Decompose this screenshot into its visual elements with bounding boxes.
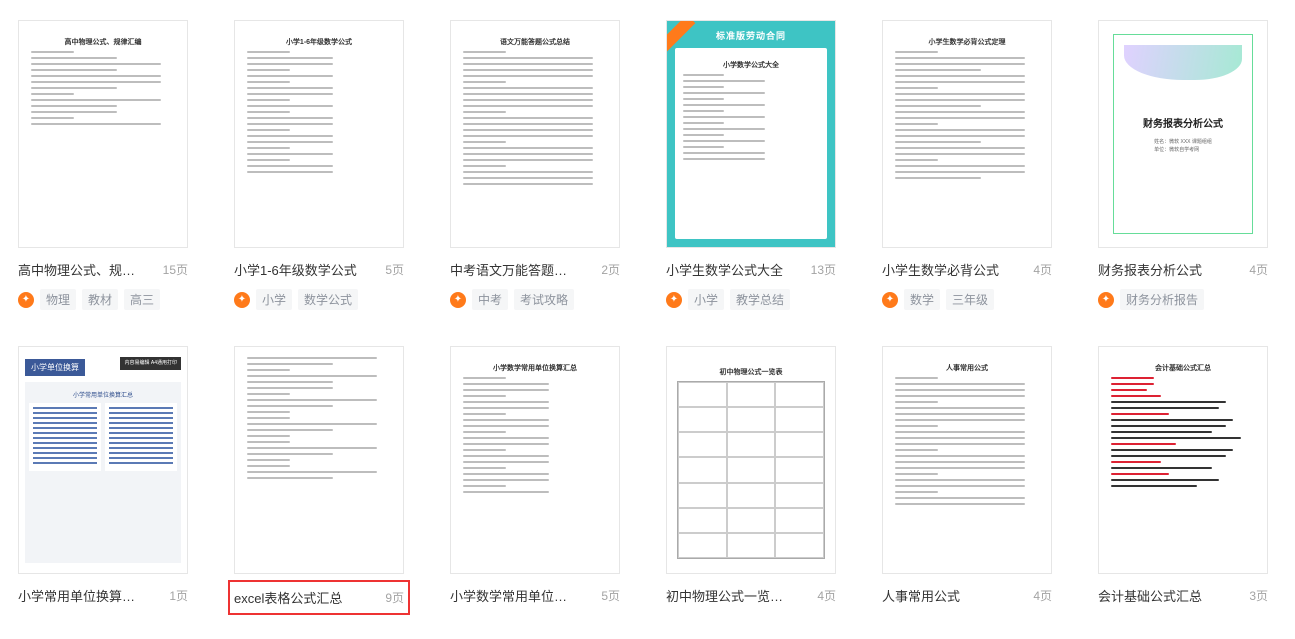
document-title[interactable]: 人事常用公式: [882, 586, 960, 605]
page-count: 4页: [1249, 261, 1268, 278]
card-meta: 小学生数学必背公式 4页: [882, 260, 1052, 279]
tag[interactable]: 中考: [472, 289, 508, 310]
document-title[interactable]: 中考语文万能答题公式…: [450, 260, 578, 279]
tag[interactable]: 小学: [256, 289, 292, 310]
document-grid: 高中物理公式、规律汇编 高中物理公式、规律… 15页 ✦ 物理教材高三 小学1-…: [18, 20, 1277, 609]
document-title[interactable]: 初中物理公式一览汇总…: [666, 586, 794, 605]
tag[interactable]: 教材: [82, 289, 118, 310]
tag[interactable]: 财务分析报告: [1120, 289, 1204, 310]
card-meta: 小学1-6年级数学公式 5页: [234, 260, 404, 279]
tag[interactable]: 考试攻略: [514, 289, 574, 310]
page-count: 4页: [1033, 261, 1052, 278]
document-thumbnail[interactable]: 小学1-6年级数学公式: [234, 20, 404, 248]
card-meta: 中考语文万能答题公式… 2页: [450, 260, 620, 279]
tag[interactable]: 教学总结: [730, 289, 790, 310]
document-thumbnail[interactable]: 小学单位换算内容易编辑 A4通用打印 小学常用单位换算汇总: [18, 346, 188, 574]
page-count: 9页: [385, 589, 404, 606]
tag[interactable]: 数学: [904, 289, 940, 310]
tag-row: ✦ 数学三年级: [882, 289, 1052, 310]
tag[interactable]: 数学公式: [298, 289, 358, 310]
document-thumbnail[interactable]: [234, 346, 404, 574]
document-thumbnail[interactable]: 财务报表分析公式 姓名：微软 XXX 课题组组单位：微软自学考网: [1098, 20, 1268, 248]
card-meta: 初中物理公式一览汇总… 4页: [666, 586, 836, 605]
document-thumbnail[interactable]: 高中物理公式、规律汇编: [18, 20, 188, 248]
page-count: 3页: [1249, 587, 1268, 604]
thumbnail-banner: 标准版劳动合同: [675, 29, 827, 48]
tag-row: ✦ 小学教学总结: [666, 289, 836, 310]
document-title[interactable]: 小学常用单位换算汇总…: [18, 586, 146, 605]
tag-row: ✦ 财务分析报告: [1098, 289, 1268, 310]
document-card[interactable]: 语文万能答题公式总结 中考语文万能答题公式… 2页 ✦ 中考考试攻略: [450, 20, 620, 310]
tag-row: ✦ 小学数学公式: [234, 289, 404, 310]
tag[interactable]: 物理: [40, 289, 76, 310]
page-count: 15页: [163, 261, 188, 278]
document-title[interactable]: 小学生数学必背公式: [882, 260, 999, 279]
tag[interactable]: 小学: [688, 289, 724, 310]
document-thumbnail[interactable]: 小学生数学必背公式定理: [882, 20, 1052, 248]
card-meta: 财务报表分析公式 4页: [1098, 260, 1268, 279]
document-card[interactable]: 人事常用公式 人事常用公式 4页: [882, 346, 1052, 609]
document-title[interactable]: 财务报表分析公式: [1098, 260, 1202, 279]
card-meta: 小学数学常用单位换算… 5页: [450, 586, 620, 605]
page-count: 5页: [385, 261, 404, 278]
document-card[interactable]: 小学单位换算内容易编辑 A4通用打印 小学常用单位换算汇总 小学常用单位换算汇总…: [18, 346, 188, 609]
quality-badge-icon: ✦: [666, 292, 682, 308]
document-thumbnail[interactable]: 标准版劳动合同 小学数学公式大全: [666, 20, 836, 248]
document-thumbnail[interactable]: 初中物理公式一览表: [666, 346, 836, 574]
document-title[interactable]: 高中物理公式、规律…: [18, 260, 146, 279]
card-meta: 小学生数学公式大全 13页: [666, 260, 836, 279]
tag[interactable]: 三年级: [946, 289, 994, 310]
quality-badge-icon: ✦: [18, 292, 34, 308]
page-count: 4页: [817, 587, 836, 604]
document-title[interactable]: 会计基础公式汇总: [1098, 586, 1202, 605]
card-meta: excel表格公式汇总 9页: [234, 586, 404, 609]
quality-badge-icon: ✦: [882, 292, 898, 308]
page-count: 5页: [601, 587, 620, 604]
document-card[interactable]: 初中物理公式一览表 初中物理公式一览汇总… 4页: [666, 346, 836, 609]
page-count: 4页: [1033, 587, 1052, 604]
document-card[interactable]: 标准版劳动合同 小学数学公式大全 小学生数学公式大全 13页 ✦ 小学教学总结: [666, 20, 836, 310]
tag[interactable]: 高三: [124, 289, 160, 310]
document-card[interactable]: 小学1-6年级数学公式 小学1-6年级数学公式 5页 ✦ 小学数学公式: [234, 20, 404, 310]
card-meta: 小学常用单位换算汇总… 1页: [18, 586, 188, 605]
document-card[interactable]: 小学数学常用单位换算汇总 小学数学常用单位换算… 5页: [450, 346, 620, 609]
document-title[interactable]: 小学1-6年级数学公式: [234, 260, 357, 279]
card-meta: 会计基础公式汇总 3页: [1098, 586, 1268, 605]
document-thumbnail[interactable]: 语文万能答题公式总结: [450, 20, 620, 248]
document-thumbnail[interactable]: 人事常用公式: [882, 346, 1052, 574]
document-card[interactable]: 高中物理公式、规律汇编 高中物理公式、规律… 15页 ✦ 物理教材高三: [18, 20, 188, 310]
corner-ribbon-icon: [667, 21, 697, 51]
document-card[interactable]: 会计基础公式汇总 会计基础公式汇总 3页: [1098, 346, 1268, 609]
page-count: 13页: [811, 261, 836, 278]
document-title[interactable]: 小学生数学公式大全: [666, 260, 783, 279]
page-count: 2页: [601, 261, 620, 278]
card-meta: 人事常用公式 4页: [882, 586, 1052, 605]
document-title[interactable]: 小学数学常用单位换算…: [450, 586, 578, 605]
wave-decoration-icon: [1124, 45, 1242, 80]
document-card[interactable]: excel表格公式汇总 9页: [234, 346, 404, 609]
document-card[interactable]: 小学生数学必背公式定理 小学生数学必背公式 4页 ✦ 数学三年级: [882, 20, 1052, 310]
document-card[interactable]: 财务报表分析公式 姓名：微软 XXX 课题组组单位：微软自学考网 财务报表分析公…: [1098, 20, 1268, 310]
document-thumbnail[interactable]: 小学数学常用单位换算汇总: [450, 346, 620, 574]
tag-row: ✦ 中考考试攻略: [450, 289, 620, 310]
card-meta: 高中物理公式、规律… 15页: [18, 260, 188, 279]
quality-badge-icon: ✦: [450, 292, 466, 308]
quality-badge-icon: ✦: [234, 292, 250, 308]
document-thumbnail[interactable]: 会计基础公式汇总: [1098, 346, 1268, 574]
quality-badge-icon: ✦: [1098, 292, 1114, 308]
page-count: 1页: [169, 587, 188, 604]
tag-row: ✦ 物理教材高三: [18, 289, 188, 310]
document-title[interactable]: excel表格公式汇总: [234, 588, 342, 607]
